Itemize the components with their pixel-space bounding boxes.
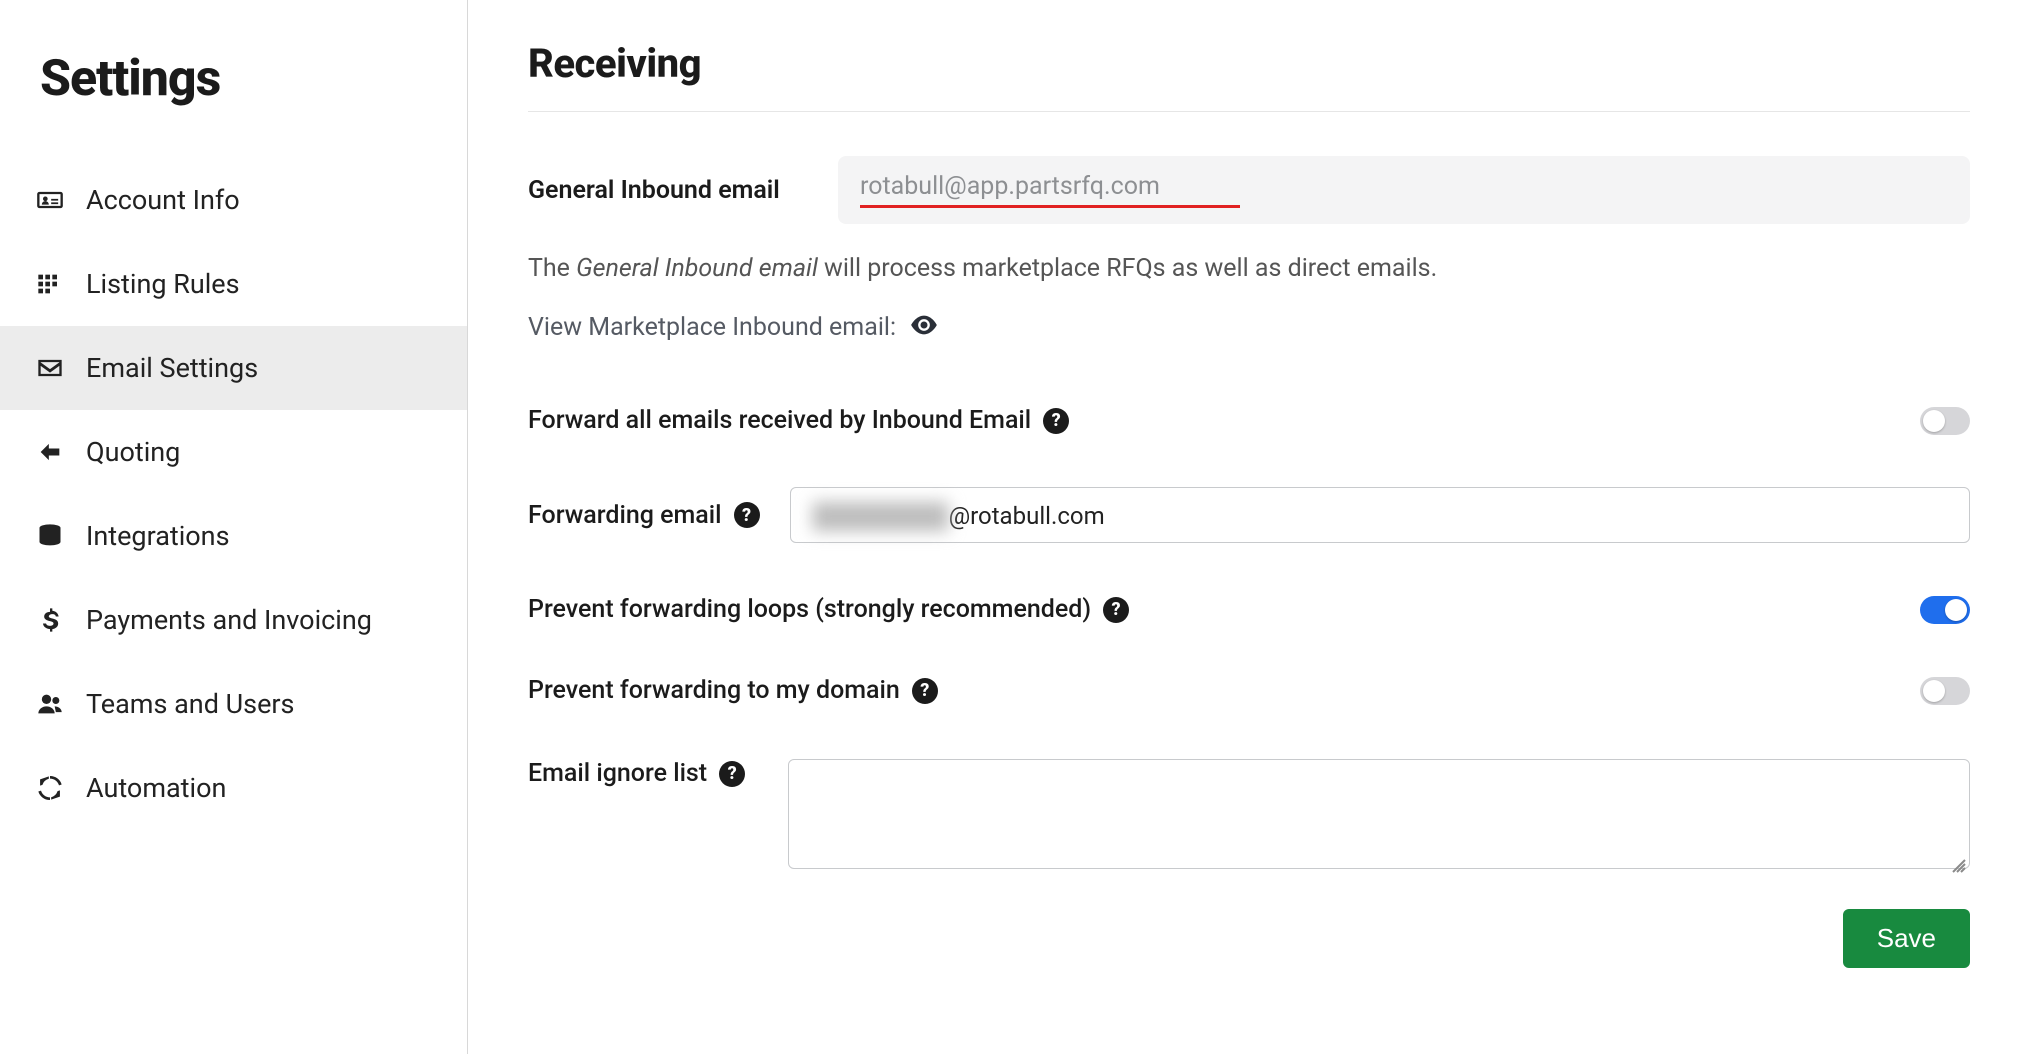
general-inbound-label: General Inbound email <box>528 176 808 205</box>
view-marketplace-label: View Marketplace Inbound email: <box>528 313 896 342</box>
forward-all-row: Forward all emails received by Inbound E… <box>528 406 1970 435</box>
general-inbound-row: General Inbound email rotabull@app.parts… <box>528 156 1970 224</box>
prevent-loops-row: Prevent forwarding loops (strongly recom… <box>528 595 1970 624</box>
prevent-domain-label: Prevent forwarding to my domain ? <box>528 676 938 705</box>
sidebar-item-integrations[interactable]: Integrations <box>0 494 467 578</box>
help-icon[interactable]: ? <box>734 502 760 528</box>
main-content: Receiving General Inbound email rotabull… <box>468 0 2030 1054</box>
prevent-domain-row: Prevent forwarding to my domain ? <box>528 676 1970 705</box>
help-icon[interactable]: ? <box>1043 408 1069 434</box>
underline-annotation <box>860 205 1240 208</box>
help-icon[interactable]: ? <box>912 678 938 704</box>
envelope-icon <box>34 352 66 384</box>
resize-handle-icon[interactable] <box>1952 851 1966 865</box>
sidebar-item-teams-users[interactable]: Teams and Users <box>0 662 467 746</box>
prevent-loops-label: Prevent forwarding loops (strongly recom… <box>528 595 1129 624</box>
view-marketplace-row[interactable]: View Marketplace Inbound email: <box>528 313 1970 342</box>
sidebar-item-payments-invoicing[interactable]: Payments and Invoicing <box>0 578 467 662</box>
sidebar-item-label: Teams and Users <box>86 688 295 720</box>
dollar-icon <box>34 604 66 636</box>
automation-icon <box>34 772 66 804</box>
help-icon[interactable]: ? <box>1103 597 1129 623</box>
sidebar-item-quoting[interactable]: Quoting <box>0 410 467 494</box>
save-row: Save <box>528 909 1970 968</box>
forwarding-email-row: Forwarding email ? ████████@rotabull.com <box>528 487 1970 543</box>
forwarding-email-blurred: ████████ <box>813 502 949 530</box>
sidebar-item-label: Payments and Invoicing <box>86 604 372 636</box>
save-button[interactable]: Save <box>1843 909 1970 968</box>
grid-icon <box>34 268 66 300</box>
eye-icon[interactable] <box>910 313 938 342</box>
sidebar-item-label: Automation <box>86 772 226 804</box>
general-inbound-description: The General Inbound email will process m… <box>528 254 1970 283</box>
forward-all-label: Forward all emails received by Inbound E… <box>528 406 1069 435</box>
sidebar-item-email-settings[interactable]: Email Settings <box>0 326 467 410</box>
general-inbound-value: rotabull@app.partsrfq.com <box>860 172 1160 201</box>
ignore-list-textarea[interactable] <box>788 759 1970 869</box>
sidebar-item-label: Email Settings <box>86 352 258 384</box>
sidebar-item-label: Quoting <box>86 436 180 468</box>
sidebar: Settings Account Info Listing Rules Emai… <box>0 0 468 1054</box>
prevent-domain-toggle[interactable] <box>1920 677 1970 705</box>
sidebar-item-automation[interactable]: Automation <box>0 746 467 830</box>
ignore-list-row: Email ignore list ? <box>528 759 1970 869</box>
users-icon <box>34 688 66 720</box>
page-title: Receiving <box>528 40 1970 112</box>
prevent-loops-toggle[interactable] <box>1920 596 1970 624</box>
ignore-list-label: Email ignore list ? <box>528 759 758 788</box>
help-icon[interactable]: ? <box>719 761 745 787</box>
database-icon <box>34 520 66 552</box>
forward-all-toggle[interactable] <box>1920 407 1970 435</box>
sidebar-item-label: Listing Rules <box>86 268 240 300</box>
forwarding-email-label: Forwarding email ? <box>528 501 760 530</box>
forwarding-email-visible: @rotabull.com <box>949 502 1105 530</box>
arrow-left-icon <box>34 436 66 468</box>
sidebar-item-label: Integrations <box>86 520 230 552</box>
id-card-icon <box>34 184 66 216</box>
sidebar-item-label: Account Info <box>86 184 240 216</box>
sidebar-item-listing-rules[interactable]: Listing Rules <box>0 242 467 326</box>
general-inbound-value-box: rotabull@app.partsrfq.com <box>838 156 1970 224</box>
sidebar-item-account-info[interactable]: Account Info <box>0 158 467 242</box>
sidebar-title: Settings <box>0 40 467 158</box>
forwarding-email-input[interactable]: ████████@rotabull.com <box>790 487 1970 543</box>
